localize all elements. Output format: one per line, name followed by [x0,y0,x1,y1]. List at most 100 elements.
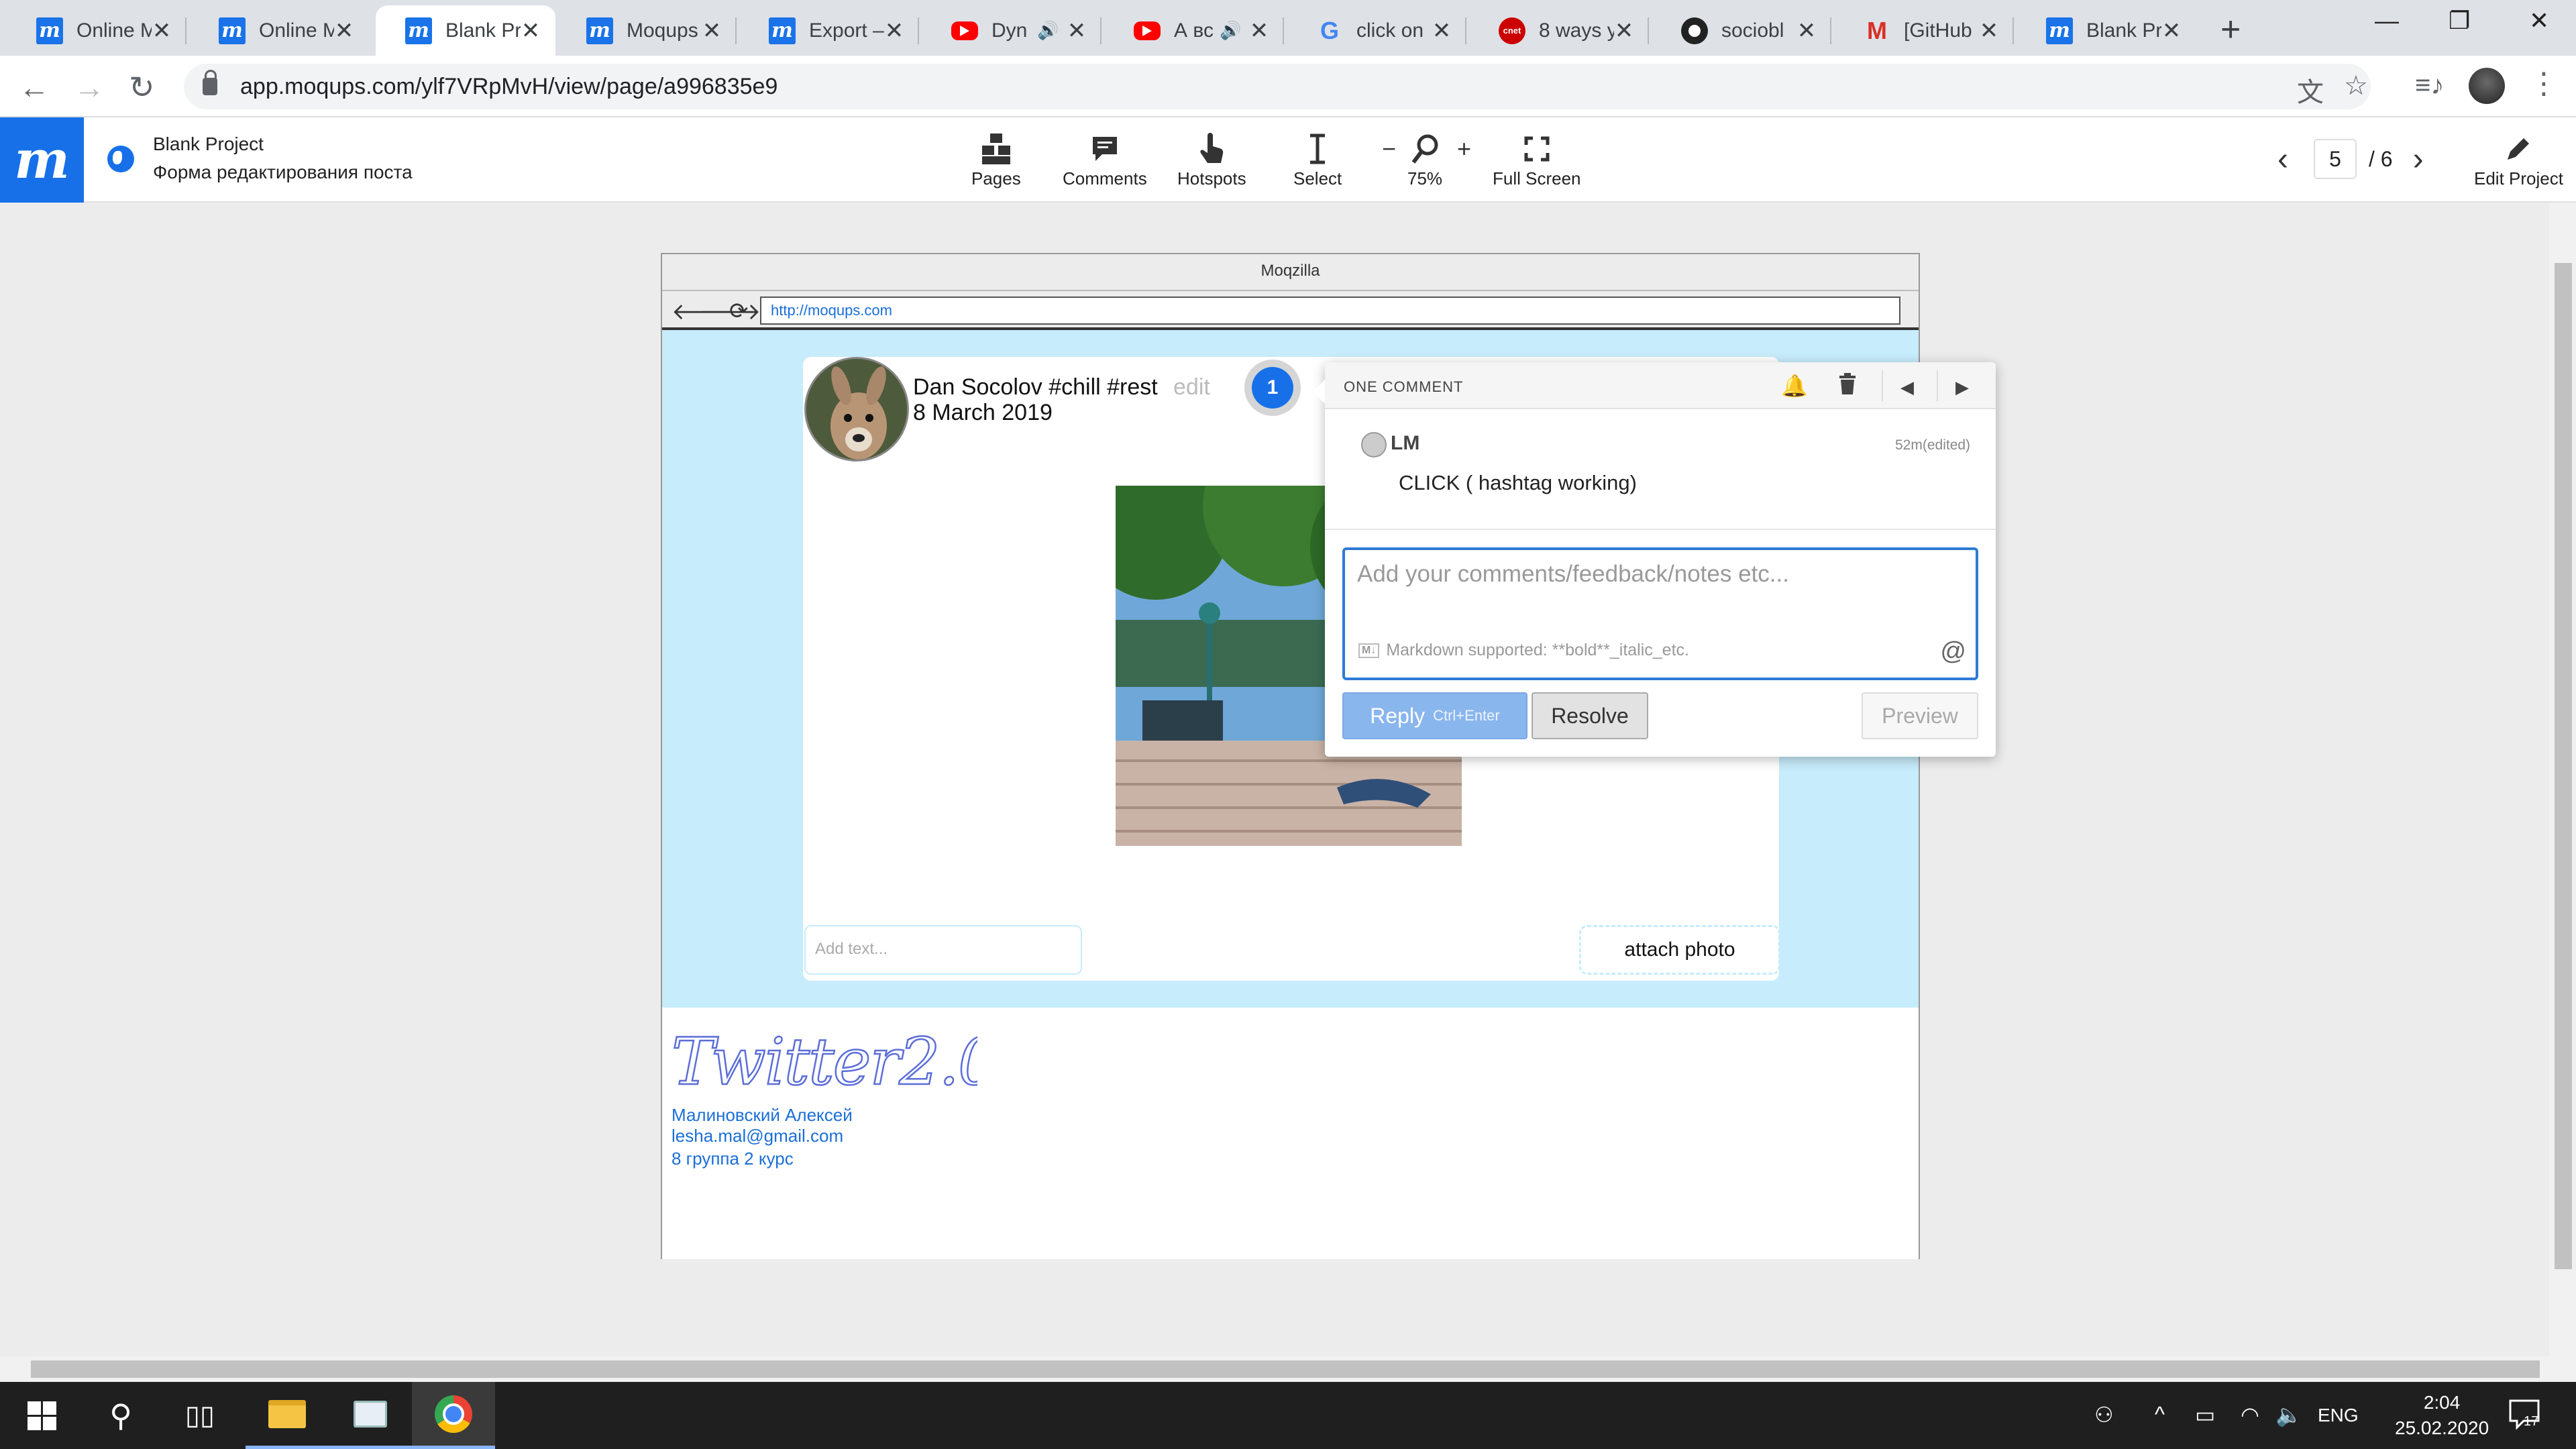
browser-tab[interactable]: sociobl ✕ [1652,5,1831,56]
zoom-in-button[interactable]: + [1457,129,1471,168]
globe-icon[interactable] [107,146,134,172]
bookmark-star-icon[interactable]: ☆ [2344,70,2368,101]
tool-hotspots[interactable]: Hotspots [1177,129,1246,189]
people-icon[interactable]: ⚇ [2094,1402,2114,1428]
comment-input[interactable]: Add your comments/feedback/notes etc... … [1342,547,1978,680]
vertical-scrollbar[interactable] [2549,203,2576,1356]
menu-icon[interactable]: ⋮ [2529,66,2559,101]
restore-button[interactable]: ❐ [2449,7,2470,35]
browser-tab[interactable]: Dyn 🔊 ✕ [922,5,1102,56]
add-text-input[interactable]: Add text... [804,925,1082,975]
select-icon [1307,129,1328,168]
speaker-icon[interactable]: 🔊 [1220,20,1241,41]
attach-photo-button[interactable]: attach photo [1579,925,1780,975]
close-tab-icon[interactable]: ✕ [2161,17,2182,44]
media-control-icon[interactable]: ≡♪ [2415,70,2444,101]
close-tab-icon[interactable]: ✕ [1796,17,1817,44]
close-tab-icon[interactable]: ✕ [152,17,172,44]
comment-marker[interactable]: 1 [1244,360,1301,416]
tray-overflow-icon[interactable]: ^ [2155,1402,2165,1427]
browser-tab[interactable]: m Blank Pr ✕ [2017,5,2196,56]
close-tab-icon[interactable]: ✕ [1614,17,1634,44]
page-number-input[interactable]: 5 [2313,139,2357,179]
tool-zoom[interactable]: 75% [1407,129,1442,189]
comment-marker-number: 1 [1252,367,1293,409]
author-email[interactable]: lesha.mal@gmail.com [672,1126,843,1146]
scrollbar-thumb[interactable] [31,1360,2540,1378]
commenter-avatar [1361,432,1387,458]
address-bar[interactable]: app.moqups.com/ylf7VRpMvH/view/page/a996… [184,64,2371,109]
tool-select[interactable]: Select [1293,129,1342,189]
clock-date: 25.02.2020 [2395,1417,2489,1438]
tool-label: Comments [1063,168,1147,189]
zoom-out-button[interactable]: − [1382,129,1396,168]
close-tab-icon[interactable]: ✕ [1249,17,1269,44]
edit-project-button[interactable]: Edit Project [2474,129,2563,189]
documents-app-icon[interactable] [329,1382,412,1449]
close-tab-icon[interactable]: ✕ [884,17,904,44]
browser-tab[interactable]: G click on ✕ [1287,5,1466,56]
twitter-logo: Twitter2.0 [669,1024,1000,1104]
task-view-icon[interactable]: ▯▯ [158,1382,241,1449]
tool-fullscreen[interactable]: Full Screen [1493,129,1581,189]
system-clock[interactable]: 2:04 25.02.2020 [2395,1390,2489,1441]
close-tab-icon[interactable]: ✕ [1432,17,1452,44]
close-window-button[interactable]: ✕ [2529,7,2549,35]
profile-avatar[interactable] [2469,68,2505,104]
prev-page-icon[interactable]: ‹ [2277,141,2288,178]
reload-button[interactable]: ↻ [129,69,155,105]
mention-icon[interactable]: @ [1940,637,1966,666]
wifi-icon[interactable]: ◠ [2241,1402,2259,1428]
chrome-taskbar-icon[interactable] [412,1382,495,1449]
browser-tab[interactable]: m Moqups ✕ [557,5,737,56]
scrollbar-thumb[interactable] [2555,263,2572,1269]
start-button[interactable] [0,1382,83,1449]
project-name[interactable]: Blank Project [153,133,264,155]
search-icon[interactable]: ⚲ [79,1382,162,1449]
page-navigator: ‹ 5 / 6 › [2277,139,2424,179]
tool-comments[interactable]: Comments [1063,129,1147,189]
reply-shortcut: Ctrl+Enter [1433,707,1500,724]
back-button[interactable]: ← [19,69,50,105]
comment-text: CLICK ( hashtag working) [1399,471,1637,494]
language-indicator[interactable]: ENG [2318,1405,2359,1426]
browser-tab[interactable]: M [GitHub ✕ [1834,5,2014,56]
tool-pages[interactable]: Pages [971,129,1021,189]
file-explorer-icon[interactable] [246,1382,329,1449]
minimize-button[interactable]: — [2375,7,2399,35]
reply-button[interactable]: Reply Ctrl+Enter [1342,692,1527,739]
next-page-icon[interactable]: › [2413,141,2424,178]
notification-bell-icon[interactable]: 🔔 [1781,373,1808,398]
resolve-button[interactable]: Resolve [1532,692,1648,739]
trash-icon[interactable] [1838,373,1857,401]
browser-toolbar: ← → ↻ app.moqups.com/ylf7VRpMvH/view/pag… [0,56,2576,117]
speaker-icon[interactable]: 🔊 [1037,20,1059,41]
post-author-hashtags[interactable]: Dan Socolov #chill #rest [913,374,1158,400]
moqups-icon: m [219,17,246,44]
next-comment-icon[interactable]: ▶ [1955,377,1969,398]
prev-comment-icon[interactable]: ◀ [1900,377,1914,398]
browser-tab[interactable]: m Export – ✕ [739,5,919,56]
notification-center-icon[interactable]: 17 [2508,1397,2541,1436]
battery-icon[interactable]: ▭ [2195,1402,2215,1428]
close-tab-icon[interactable]: ✕ [1979,17,1999,44]
close-tab-icon[interactable]: ✕ [1067,17,1087,44]
browser-tab[interactable]: cnet 8 ways y ✕ [1469,5,1649,56]
close-tab-icon[interactable]: ✕ [702,17,722,44]
browser-tab[interactable]: А вс 🔊 ✕ [1104,5,1284,56]
forward-button[interactable]: → [74,69,105,105]
lock-icon[interactable] [203,70,217,95]
volume-icon[interactable]: 🔈 [2275,1402,2302,1428]
browser-tab[interactable]: m Online M ✕ [7,5,186,56]
translate-icon[interactable]: 文 [2297,70,2324,109]
browser-tab-active[interactable]: m Blank Pr ✕ [376,5,555,56]
horizontal-scrollbar[interactable] [0,1356,2576,1382]
comment-input-placeholder: Add your comments/feedback/notes etc... [1357,561,1789,587]
new-tab-button[interactable]: + [2220,9,2241,50]
moqups-logo[interactable]: m [0,117,84,203]
browser-tab[interactable]: m Online M ✕ [189,5,369,56]
close-tab-icon[interactable]: ✕ [334,17,354,44]
close-tab-icon[interactable]: ✕ [521,17,541,44]
preview-button[interactable]: Preview [1862,692,1978,739]
post-edit-link[interactable]: edit [1173,374,1210,400]
